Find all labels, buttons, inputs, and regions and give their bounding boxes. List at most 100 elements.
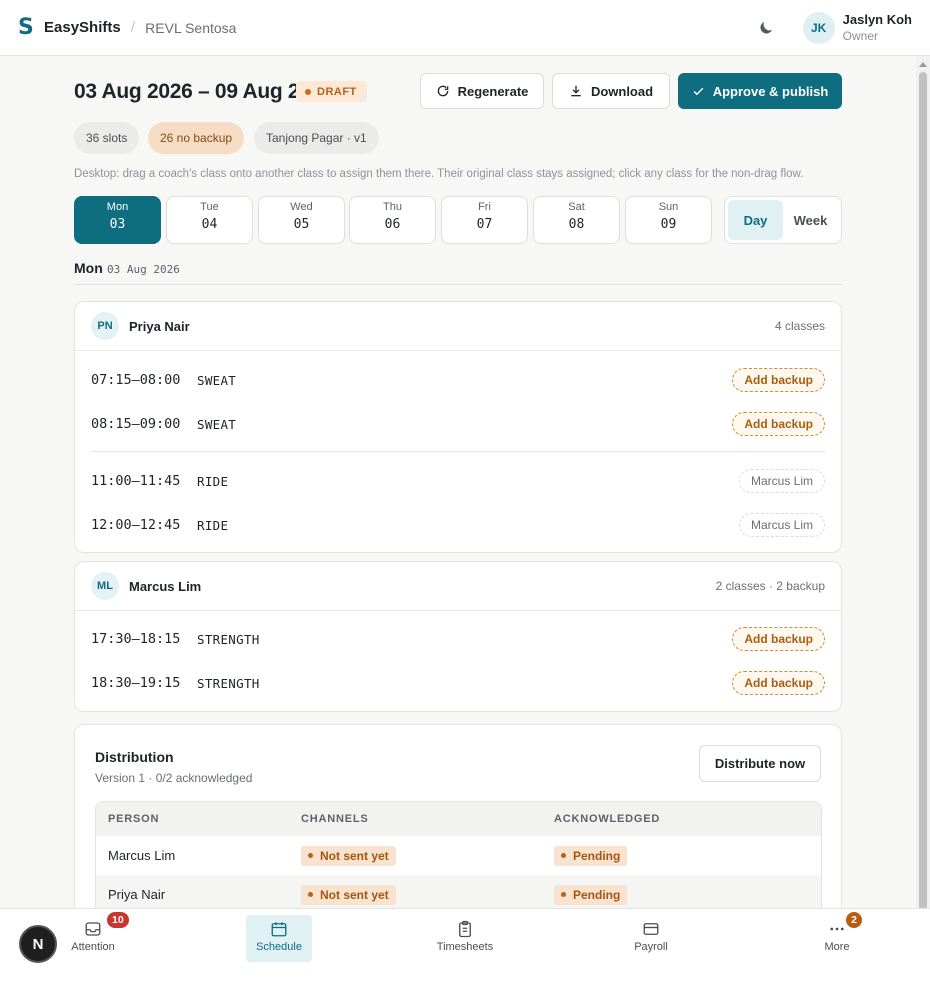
- user-info[interactable]: Jaslyn Koh Owner: [843, 12, 912, 43]
- column-header-person: PERSON: [108, 813, 160, 825]
- class-name: RIDE: [197, 517, 229, 533]
- day-name: Thu: [383, 201, 402, 213]
- class-row[interactable]: 07:15–08:00 SWEAT Add backup: [75, 358, 841, 402]
- class-row[interactable]: 18:30–19:15 STRENGTH Add backup: [75, 661, 841, 705]
- download-icon: [571, 85, 581, 97]
- day-date: 03: [109, 217, 126, 232]
- scroll-up-arrow-icon[interactable]: [919, 62, 927, 67]
- day-date: 07: [476, 217, 493, 232]
- user-avatar[interactable]: JK: [802, 11, 835, 44]
- class-row[interactable]: 12:00–12:45 RIDE Marcus Lim: [75, 503, 841, 547]
- backup-coach-pill[interactable]: Marcus Lim: [738, 513, 825, 537]
- no-backup-chip[interactable]: 26 no backup: [148, 122, 245, 154]
- class-time: 07:15–08:00: [91, 372, 181, 388]
- ack-status-badge: Pending: [554, 845, 628, 866]
- day-tab-sun[interactable]: Sun 09: [625, 196, 712, 244]
- class-time: 08:15–09:00: [91, 416, 181, 432]
- distribution-subtitle: Version 1 · 0/2 acknowledged: [95, 771, 253, 785]
- day-name: Fri: [478, 201, 491, 213]
- dev-tools-button[interactable]: N: [19, 925, 57, 963]
- status-dot-icon: [308, 892, 313, 897]
- column-header-acknowledged: ACKNOWLEDGED: [554, 813, 661, 825]
- day-tab-wed[interactable]: Wed 05: [258, 196, 345, 244]
- day-tab-tue[interactable]: Tue 04: [166, 196, 253, 244]
- wallet-icon: [643, 923, 659, 935]
- location-version-chip[interactable]: Tanjong Pagar · v1: [254, 122, 379, 154]
- approve-publish-button[interactable]: Approve & publish: [678, 73, 842, 109]
- view-day-button[interactable]: Day: [728, 200, 783, 240]
- class-row[interactable]: 11:00–11:45 RIDE Marcus Lim: [75, 459, 841, 503]
- nav-timesheets[interactable]: Timesheets: [432, 915, 498, 962]
- day-tab-mon[interactable]: Mon 03: [74, 196, 161, 244]
- avatar: ML: [91, 572, 119, 600]
- current-day-label: Mon: [74, 260, 103, 276]
- day-tab-thu[interactable]: Thu 06: [349, 196, 436, 244]
- coach-card-header: ML Marcus Lim 2 classes · 2 backup: [75, 562, 841, 611]
- slots-chip[interactable]: 36 slots: [74, 122, 140, 154]
- person-cell: Marcus Lim: [108, 848, 176, 863]
- calendar-icon: [271, 922, 287, 937]
- current-day-date: 03 Aug 2026: [107, 263, 180, 276]
- backup-coach-pill[interactable]: Marcus Lim: [738, 469, 825, 493]
- coach-name: Priya Nair: [129, 318, 190, 334]
- add-backup-button[interactable]: Add backup: [732, 412, 825, 436]
- dark-mode-moon-icon[interactable]: [757, 19, 775, 37]
- nav-schedule[interactable]: Schedule: [246, 915, 312, 962]
- day-date: 04: [201, 217, 218, 232]
- page-title: 03 Aug 2026 – 09 Aug 2026: [74, 80, 334, 103]
- day-name: Tue: [200, 201, 219, 213]
- status-dot-icon: [308, 853, 313, 858]
- day-tab-fri[interactable]: Fri 07: [441, 196, 528, 244]
- class-name: RIDE: [197, 473, 229, 489]
- class-row[interactable]: 17:30–18:15 STRENGTH Add backup: [75, 617, 841, 661]
- channel-status-badge: Not sent yet: [301, 884, 396, 905]
- refresh-icon: [437, 85, 448, 97]
- coach-class-count: 4 classes: [774, 319, 825, 333]
- class-time: 12:00–12:45: [91, 517, 181, 533]
- bottom-nav: Attention 10 Schedule Timesheets Payroll…: [0, 908, 930, 981]
- class-name: STRENGTH: [197, 631, 260, 647]
- column-header-channels: CHANNELS: [301, 813, 369, 825]
- class-row[interactable]: 08:15–09:00 SWEAT Add backup: [75, 402, 841, 446]
- divider: [91, 451, 825, 452]
- table-row[interactable]: Marcus Lim Not sent yet Pending: [96, 836, 821, 875]
- day-tab-sat[interactable]: Sat 08: [533, 196, 620, 244]
- table-header: PERSON CHANNELS ACKNOWLEDGED: [96, 802, 821, 836]
- inbox-icon: [85, 922, 101, 936]
- coach-name: Marcus Lim: [129, 578, 202, 594]
- class-time: 17:30–18:15: [91, 631, 181, 647]
- add-backup-button[interactable]: Add backup: [732, 368, 825, 392]
- download-button[interactable]: Download: [552, 73, 670, 109]
- day-name: Mon: [106, 201, 129, 213]
- ack-status-badge: Pending: [554, 884, 628, 905]
- class-time: 11:00–11:45: [91, 473, 181, 489]
- regenerate-button[interactable]: Regenerate: [420, 73, 544, 109]
- distribute-now-button[interactable]: Distribute now: [699, 745, 821, 782]
- add-backup-button[interactable]: Add backup: [732, 671, 825, 695]
- nav-payroll[interactable]: Payroll: [618, 915, 684, 962]
- easyshifts-logo-icon[interactable]: S: [18, 16, 34, 38]
- view-week-button[interactable]: Week: [783, 200, 838, 240]
- class-time: 18:30–19:15: [91, 675, 181, 691]
- top-bar: S EasyShifts / REVL Sentosa JK Jaslyn Ko…: [0, 0, 930, 56]
- day-date: 09: [660, 217, 677, 232]
- brand-name[interactable]: EasyShifts: [44, 19, 121, 36]
- check-icon: [693, 87, 704, 95]
- channel-status-badge: Not sent yet: [301, 845, 396, 866]
- location-breadcrumb[interactable]: REVL Sentosa: [145, 20, 236, 36]
- status-dot-icon: [561, 892, 566, 897]
- distribution-table: PERSON CHANNELS ACKNOWLEDGED Marcus Lim …: [95, 801, 822, 915]
- class-name: SWEAT: [197, 416, 237, 432]
- scrollbar[interactable]: [916, 56, 930, 910]
- day-date: 08: [568, 217, 585, 232]
- class-name: SWEAT: [197, 372, 237, 388]
- coach-class-count: 2 classes · 2 backup: [715, 579, 825, 593]
- divider: [74, 284, 842, 285]
- distribution-panel: Distribution Version 1 · 0/2 acknowledge…: [74, 724, 842, 924]
- more-count-badge: 2: [846, 912, 862, 928]
- status-dot-icon: [305, 88, 311, 95]
- add-backup-button[interactable]: Add backup: [732, 627, 825, 651]
- user-name: Jaslyn Koh: [842, 12, 912, 27]
- status-badge: DRAFT: [296, 81, 367, 102]
- scrollbar-thumb[interactable]: [919, 72, 927, 910]
